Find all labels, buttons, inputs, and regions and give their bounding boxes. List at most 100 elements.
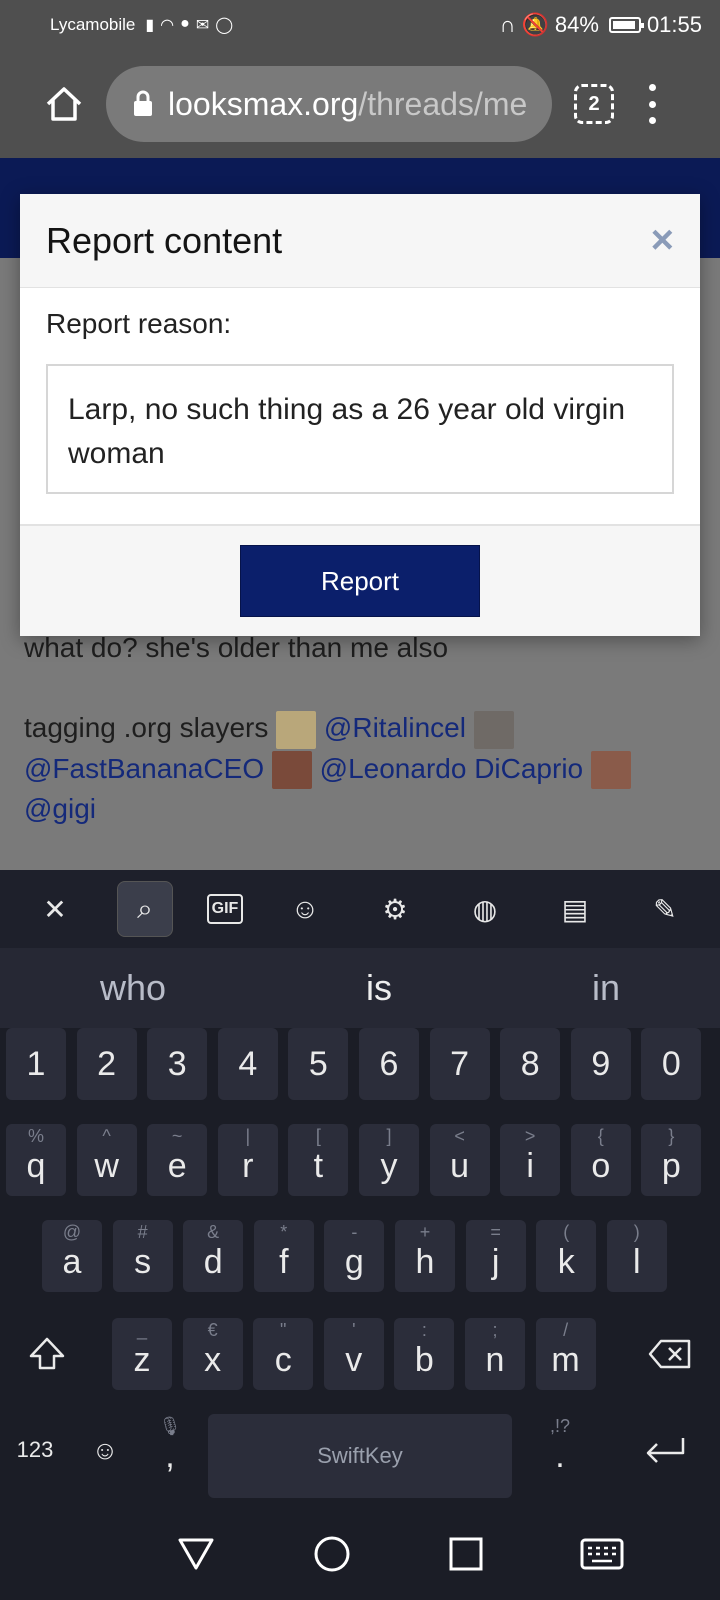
mention-link[interactable]: @gigi xyxy=(24,793,96,824)
key-label: f xyxy=(279,1243,289,1281)
mention-link[interactable]: @Ritalincel xyxy=(324,712,466,743)
close-keyboard-toolbar-icon[interactable]: ✕ xyxy=(27,881,83,937)
search-icon[interactable]: ⌕ xyxy=(117,881,173,937)
key-label: p xyxy=(661,1147,681,1185)
comma-key[interactable]: 🎙 , xyxy=(140,1414,200,1486)
report-reason-input[interactable]: Larp, no such thing as a 26 year old vir… xyxy=(46,364,674,494)
symbols-key[interactable]: 123 xyxy=(4,1414,66,1486)
key-r[interactable]: | r xyxy=(217,1124,278,1196)
key-f[interactable]: * f xyxy=(253,1220,314,1292)
suggestion-item[interactable]: is xyxy=(366,967,392,1009)
suggestion-item[interactable]: who xyxy=(100,967,166,1009)
close-icon[interactable]: × xyxy=(651,218,674,263)
overflow-menu-button[interactable] xyxy=(642,84,662,124)
home-circle-icon[interactable] xyxy=(312,1534,352,1574)
theme-palette-icon[interactable]: ◍ xyxy=(457,881,513,937)
emoji-key[interactable]: ☺ xyxy=(74,1414,136,1486)
settings-gear-icon[interactable]: ⚙ xyxy=(367,881,423,937)
key-label: w xyxy=(94,1147,119,1185)
key-label: n xyxy=(485,1341,505,1379)
key-b[interactable]: :b xyxy=(394,1318,455,1390)
key-5[interactable]: 5 xyxy=(288,1028,349,1100)
mention-link[interactable]: @FastBananaCEO xyxy=(24,753,264,784)
keyboard-icon[interactable] xyxy=(580,1537,624,1571)
key-w[interactable]: ^ w xyxy=(76,1124,137,1196)
key-o[interactable]: {o xyxy=(570,1124,631,1196)
suggestion-item[interactable]: in xyxy=(592,967,620,1009)
key-alt-label: ) xyxy=(633,1222,640,1242)
signal-icon: ▮ xyxy=(145,17,155,34)
clipboard-icon[interactable]: ▤ xyxy=(547,881,603,937)
key-t[interactable]: [t xyxy=(288,1124,349,1196)
key-label: k xyxy=(557,1243,575,1281)
key-6[interactable]: 6 xyxy=(359,1028,419,1100)
key-y[interactable]: ] y xyxy=(359,1124,419,1196)
status-bar: Lycamobile ▮ ◠ ● ✉ ◯ ∩ 🔕 84% 01:55 xyxy=(0,0,720,50)
gif-icon[interactable]: GIF xyxy=(207,894,243,924)
url-bar[interactable]: looksmax.org/threads/me xyxy=(106,66,552,142)
key-m[interactable]: / m xyxy=(535,1318,596,1390)
key-p[interactable]: } p xyxy=(641,1124,702,1196)
key-alt-label: } xyxy=(668,1126,675,1146)
wifi-icon: ◠ xyxy=(160,17,175,34)
pin-icon[interactable]: ✎ xyxy=(637,881,693,937)
key-a[interactable]: @ a xyxy=(42,1220,102,1292)
key-label: t xyxy=(313,1147,324,1185)
key-i[interactable]: > i xyxy=(500,1124,561,1196)
key-4[interactable]: 4 xyxy=(217,1028,278,1100)
key-9[interactable]: 9 xyxy=(570,1028,631,1100)
key-n[interactable]: ; n xyxy=(465,1318,525,1390)
back-icon[interactable] xyxy=(176,1536,216,1572)
dot-icon xyxy=(648,84,656,91)
key-alt-label: _ xyxy=(136,1320,147,1340)
mute-icon: 🔕 xyxy=(521,12,549,37)
period-key[interactable]: ,!? . xyxy=(520,1414,600,1486)
key-label: i xyxy=(526,1147,534,1185)
key-2[interactable]: 2 xyxy=(76,1028,137,1100)
tab-switcher-button[interactable]: 2 xyxy=(574,84,614,124)
key-alt-label: ( xyxy=(563,1222,570,1242)
key-d[interactable]: & d xyxy=(183,1220,244,1292)
key-0[interactable]: 0 xyxy=(641,1028,702,1100)
shift-key[interactable] xyxy=(14,1318,80,1390)
key-g[interactable]: -g xyxy=(324,1220,385,1292)
key-k[interactable]: (k xyxy=(536,1220,597,1292)
key-z[interactable]: _ z xyxy=(112,1318,172,1390)
key-label: q xyxy=(26,1147,46,1185)
key-alt-label: € xyxy=(207,1320,218,1340)
report-button[interactable]: Report xyxy=(240,545,480,617)
key-label: e xyxy=(167,1147,187,1185)
backspace-key[interactable] xyxy=(630,1318,710,1390)
key-c[interactable]: " c xyxy=(253,1318,314,1390)
key-alt-label: { xyxy=(597,1126,604,1146)
key-q[interactable]: % q xyxy=(6,1124,66,1196)
key-8[interactable]: 8 xyxy=(500,1028,561,1100)
key-7[interactable]: 7 xyxy=(429,1028,490,1100)
key-label: x xyxy=(204,1341,222,1379)
battery-icon xyxy=(608,17,644,33)
post-line: tagging .org slayers @Ritalincel xyxy=(24,708,714,749)
key-3[interactable]: 3 xyxy=(147,1028,208,1100)
key-1[interactable]: 1 xyxy=(6,1028,66,1100)
mention-link[interactable]: @Leonardo DiCaprio xyxy=(320,753,583,784)
recents-icon[interactable] xyxy=(448,1536,484,1572)
report-modal: Report content × Report reason: Larp, no… xyxy=(20,194,700,636)
key-x[interactable]: € x xyxy=(182,1318,243,1390)
key-alt-label: < xyxy=(454,1126,465,1146)
bottom-row: 123 ☺ 🎙 , SwiftKey ,!? . xyxy=(0,1414,720,1498)
space-bar[interactable]: SwiftKey xyxy=(208,1414,512,1498)
key-label: d xyxy=(203,1243,223,1281)
key-v[interactable]: ' v xyxy=(323,1318,384,1390)
key-u[interactable]: < u xyxy=(429,1124,490,1196)
key-j[interactable]: = j xyxy=(465,1220,526,1292)
enter-key[interactable] xyxy=(620,1414,710,1486)
key-e[interactable]: ~ e xyxy=(147,1124,208,1196)
key-alt-label: - xyxy=(351,1222,358,1242)
modal-header: Report content × xyxy=(20,194,700,288)
key-l[interactable]: ) l xyxy=(606,1220,667,1292)
key-label: b xyxy=(414,1341,434,1379)
key-h[interactable]: + h xyxy=(395,1220,455,1292)
sticker-icon[interactable]: ☺ xyxy=(277,881,333,937)
home-button[interactable] xyxy=(34,74,94,134)
key-s[interactable]: # s xyxy=(112,1220,173,1292)
